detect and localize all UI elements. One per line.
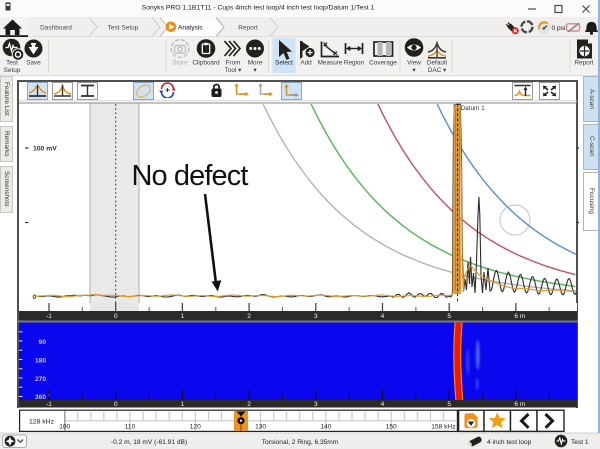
svg-text:Test 1: Test 1	[571, 439, 589, 446]
svg-text:Torsional, 2 Ring, 6.35mm: Torsional, 2 Ring, 6.35mm	[262, 439, 339, 446]
svg-text:4 inch test loop: 4 inch test loop	[487, 439, 532, 446]
svg-text:-0.2 m, 18 mV (-61.91 dB): -0.2 m, 18 mV (-61.91 dB)	[111, 439, 187, 446]
